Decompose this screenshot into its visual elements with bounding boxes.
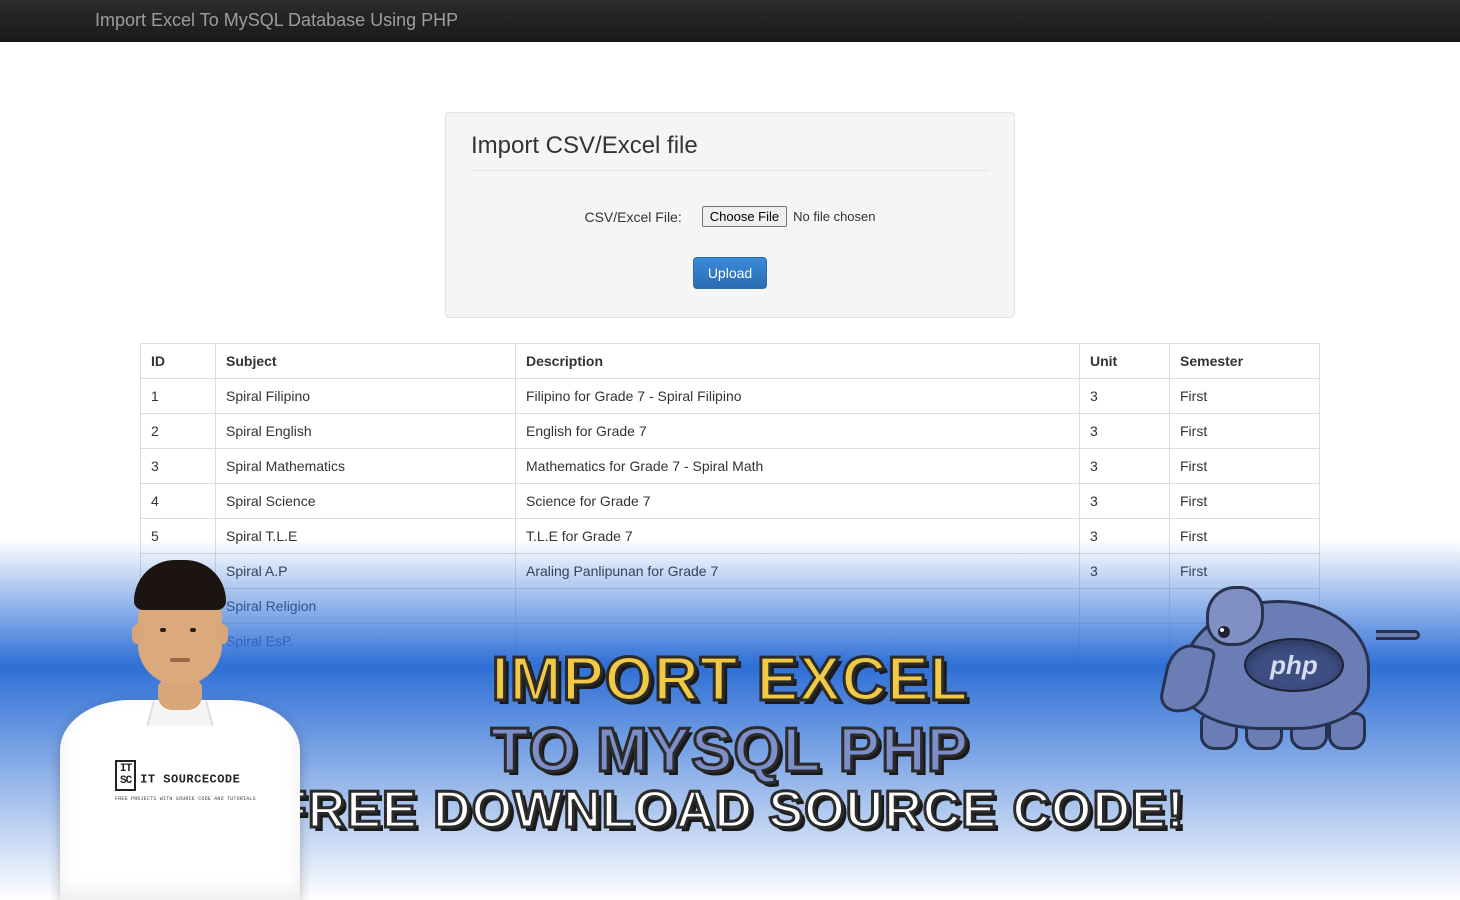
table-row: Spiral A.PAraling Panlipunan for Grade 7… [141,554,1320,589]
cell-unit: 3 [1080,414,1170,449]
cell-id: 2 [141,414,216,449]
cell-semester: First [1170,414,1320,449]
upload-button[interactable]: Upload [693,257,767,289]
file-label: CSV/Excel File: [584,209,681,225]
file-input[interactable]: Choose File No file chosen [702,206,876,227]
cell-id: 3 [141,449,216,484]
main-container: Import CSV/Excel file CSV/Excel File: Ch… [125,112,1335,694]
cell-description: T.L.E for Grade 7 [516,519,1080,554]
promo-line-1: IMPORT EXCEL [0,644,1460,715]
cell-semester: First [1170,484,1320,519]
cell-id: 5 [141,519,216,554]
th-unit: Unit [1080,344,1170,379]
cell-description [516,589,1080,624]
cell-unit: 3 [1080,449,1170,484]
table-row: 5Spiral T.L.ET.L.E for Grade 73First [141,519,1320,554]
cell-unit: 3 [1080,554,1170,589]
cell-subject: Spiral T.L.E [216,519,516,554]
th-description: Description [516,344,1080,379]
promo-line-3: FREE DOWNLOAD SOURCE CODE! [0,780,1460,840]
file-row: CSV/Excel File: Choose File No file chos… [471,206,989,227]
cell-description: Science for Grade 7 [516,484,1080,519]
cell-subject: Spiral Science [216,484,516,519]
cell-semester: First [1170,519,1320,554]
table-row: Spiral Religion [141,589,1320,624]
table-row: 2Spiral EnglishEnglish for Grade 73First [141,414,1320,449]
upload-row: Upload [471,257,989,289]
cell-id: 1 [141,379,216,414]
cell-subject: Spiral Filipino [216,379,516,414]
cell-semester: First [1170,379,1320,414]
cell-id [141,589,216,624]
th-semester: Semester [1170,344,1320,379]
cell-semester: First [1170,449,1320,484]
table-row: 3Spiral MathematicsMathematics for Grade… [141,449,1320,484]
cell-description: Araling Panlipunan for Grade 7 [516,554,1080,589]
cell-semester [1170,589,1320,624]
cell-description: Mathematics for Grade 7 - Spiral Math [516,449,1080,484]
cell-subject: Spiral English [216,414,516,449]
cell-unit: 3 [1080,379,1170,414]
cell-id [141,554,216,589]
cell-unit: 3 [1080,484,1170,519]
th-subject: Subject [216,344,516,379]
cell-unit: 3 [1080,519,1170,554]
promo-line-2: TO MYSQL PHP [0,715,1460,786]
table-header-row: ID Subject Description Unit Semester [141,344,1320,379]
cell-subject: Spiral A.P [216,554,516,589]
cell-semester: First [1170,554,1320,589]
cell-unit [1080,589,1170,624]
panel-divider [471,170,989,171]
cell-subject: Spiral Mathematics [216,449,516,484]
data-table: ID Subject Description Unit Semester 1Sp… [140,343,1320,694]
navbar: Import Excel To MySQL Database Using PHP [0,0,1460,42]
cell-description: Filipino for Grade 7 - Spiral Filipino [516,379,1080,414]
cell-subject: Spiral Religion [216,589,516,624]
navbar-brand: Import Excel To MySQL Database Using PHP [95,10,458,31]
file-status-text: No file chosen [793,209,875,224]
promo-text: IMPORT EXCEL TO MYSQL PHP FREE DOWNLOAD … [0,644,1460,840]
th-id: ID [141,344,216,379]
table-row: 4Spiral ScienceScience for Grade 73First [141,484,1320,519]
table-row: 1Spiral FilipinoFilipino for Grade 7 - S… [141,379,1320,414]
cell-id: 4 [141,484,216,519]
cell-description: English for Grade 7 [516,414,1080,449]
panel-title: Import CSV/Excel file [471,132,989,160]
import-panel: Import CSV/Excel file CSV/Excel File: Ch… [445,112,1015,318]
choose-file-button[interactable]: Choose File [702,206,787,227]
